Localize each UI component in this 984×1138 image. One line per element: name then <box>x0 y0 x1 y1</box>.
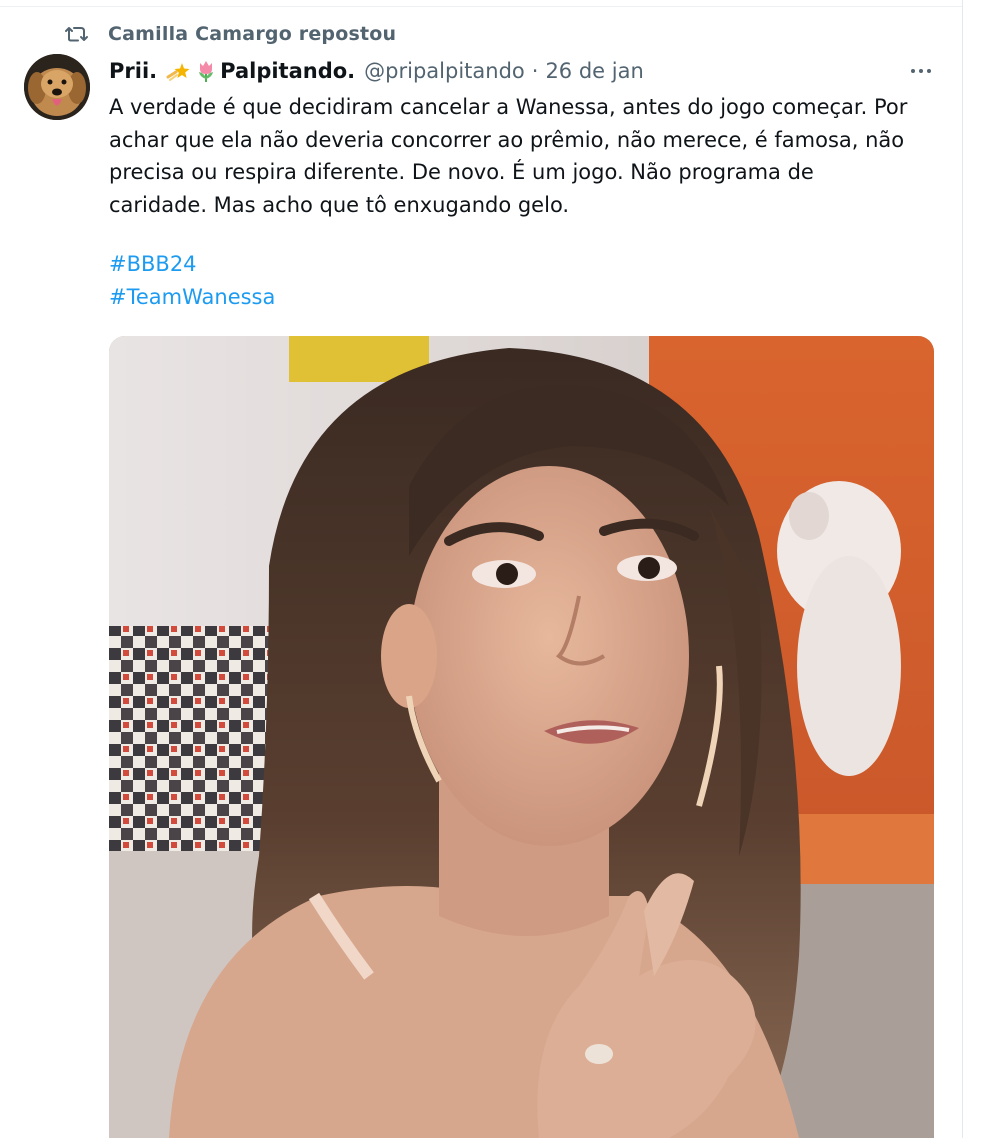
tweet-text: A verdade é que decidiram cancelar a Wan… <box>109 91 949 221</box>
timeline-border <box>962 0 963 1138</box>
header-separator: · <box>531 59 539 83</box>
tweet-text-line: precisa ou respira diferente. De novo. É… <box>109 160 814 184</box>
photo-illustration <box>109 336 934 1138</box>
author-avatar[interactable] <box>24 54 90 120</box>
tweet-header: Prii. Palpitando. @pripalpitando · 26 de… <box>109 56 644 86</box>
more-horizontal-icon <box>911 69 915 73</box>
repost-label[interactable]: Camilla Camargo repostou <box>108 23 396 45</box>
hashtag-link[interactable]: #TeamWanessa <box>109 285 275 309</box>
author-name-suffix[interactable]: Palpitando. <box>220 59 355 83</box>
tweet-text-line: achar que ela não deveria concorrer ao p… <box>109 127 905 152</box>
repost-context[interactable]: Camilla Camargo repostou <box>64 20 396 48</box>
tweet-text-line: A verdade é que decidiram cancelar a Wan… <box>109 95 908 119</box>
tweet-text-line: caridade. Mas acho que tô enxugando gelo… <box>109 192 570 217</box>
tweet-page: Camilla Camargo repostou Prii. Palpitand… <box>0 0 984 1138</box>
hashtag-link[interactable]: #BBB24 <box>109 252 197 276</box>
more-dot <box>919 69 923 73</box>
tulip-icon <box>194 59 218 83</box>
author-name[interactable]: Prii. <box>109 59 157 83</box>
tweet-date[interactable]: 26 de jan <box>545 59 643 83</box>
tweet-photo[interactable] <box>109 336 934 1138</box>
author-handle[interactable]: @pripalpitando <box>364 59 525 83</box>
more-dot <box>927 69 931 73</box>
more-options-button[interactable] <box>904 60 938 82</box>
top-divider <box>0 6 962 7</box>
shooting-star-icon <box>166 60 190 82</box>
repost-icon <box>64 23 90 45</box>
